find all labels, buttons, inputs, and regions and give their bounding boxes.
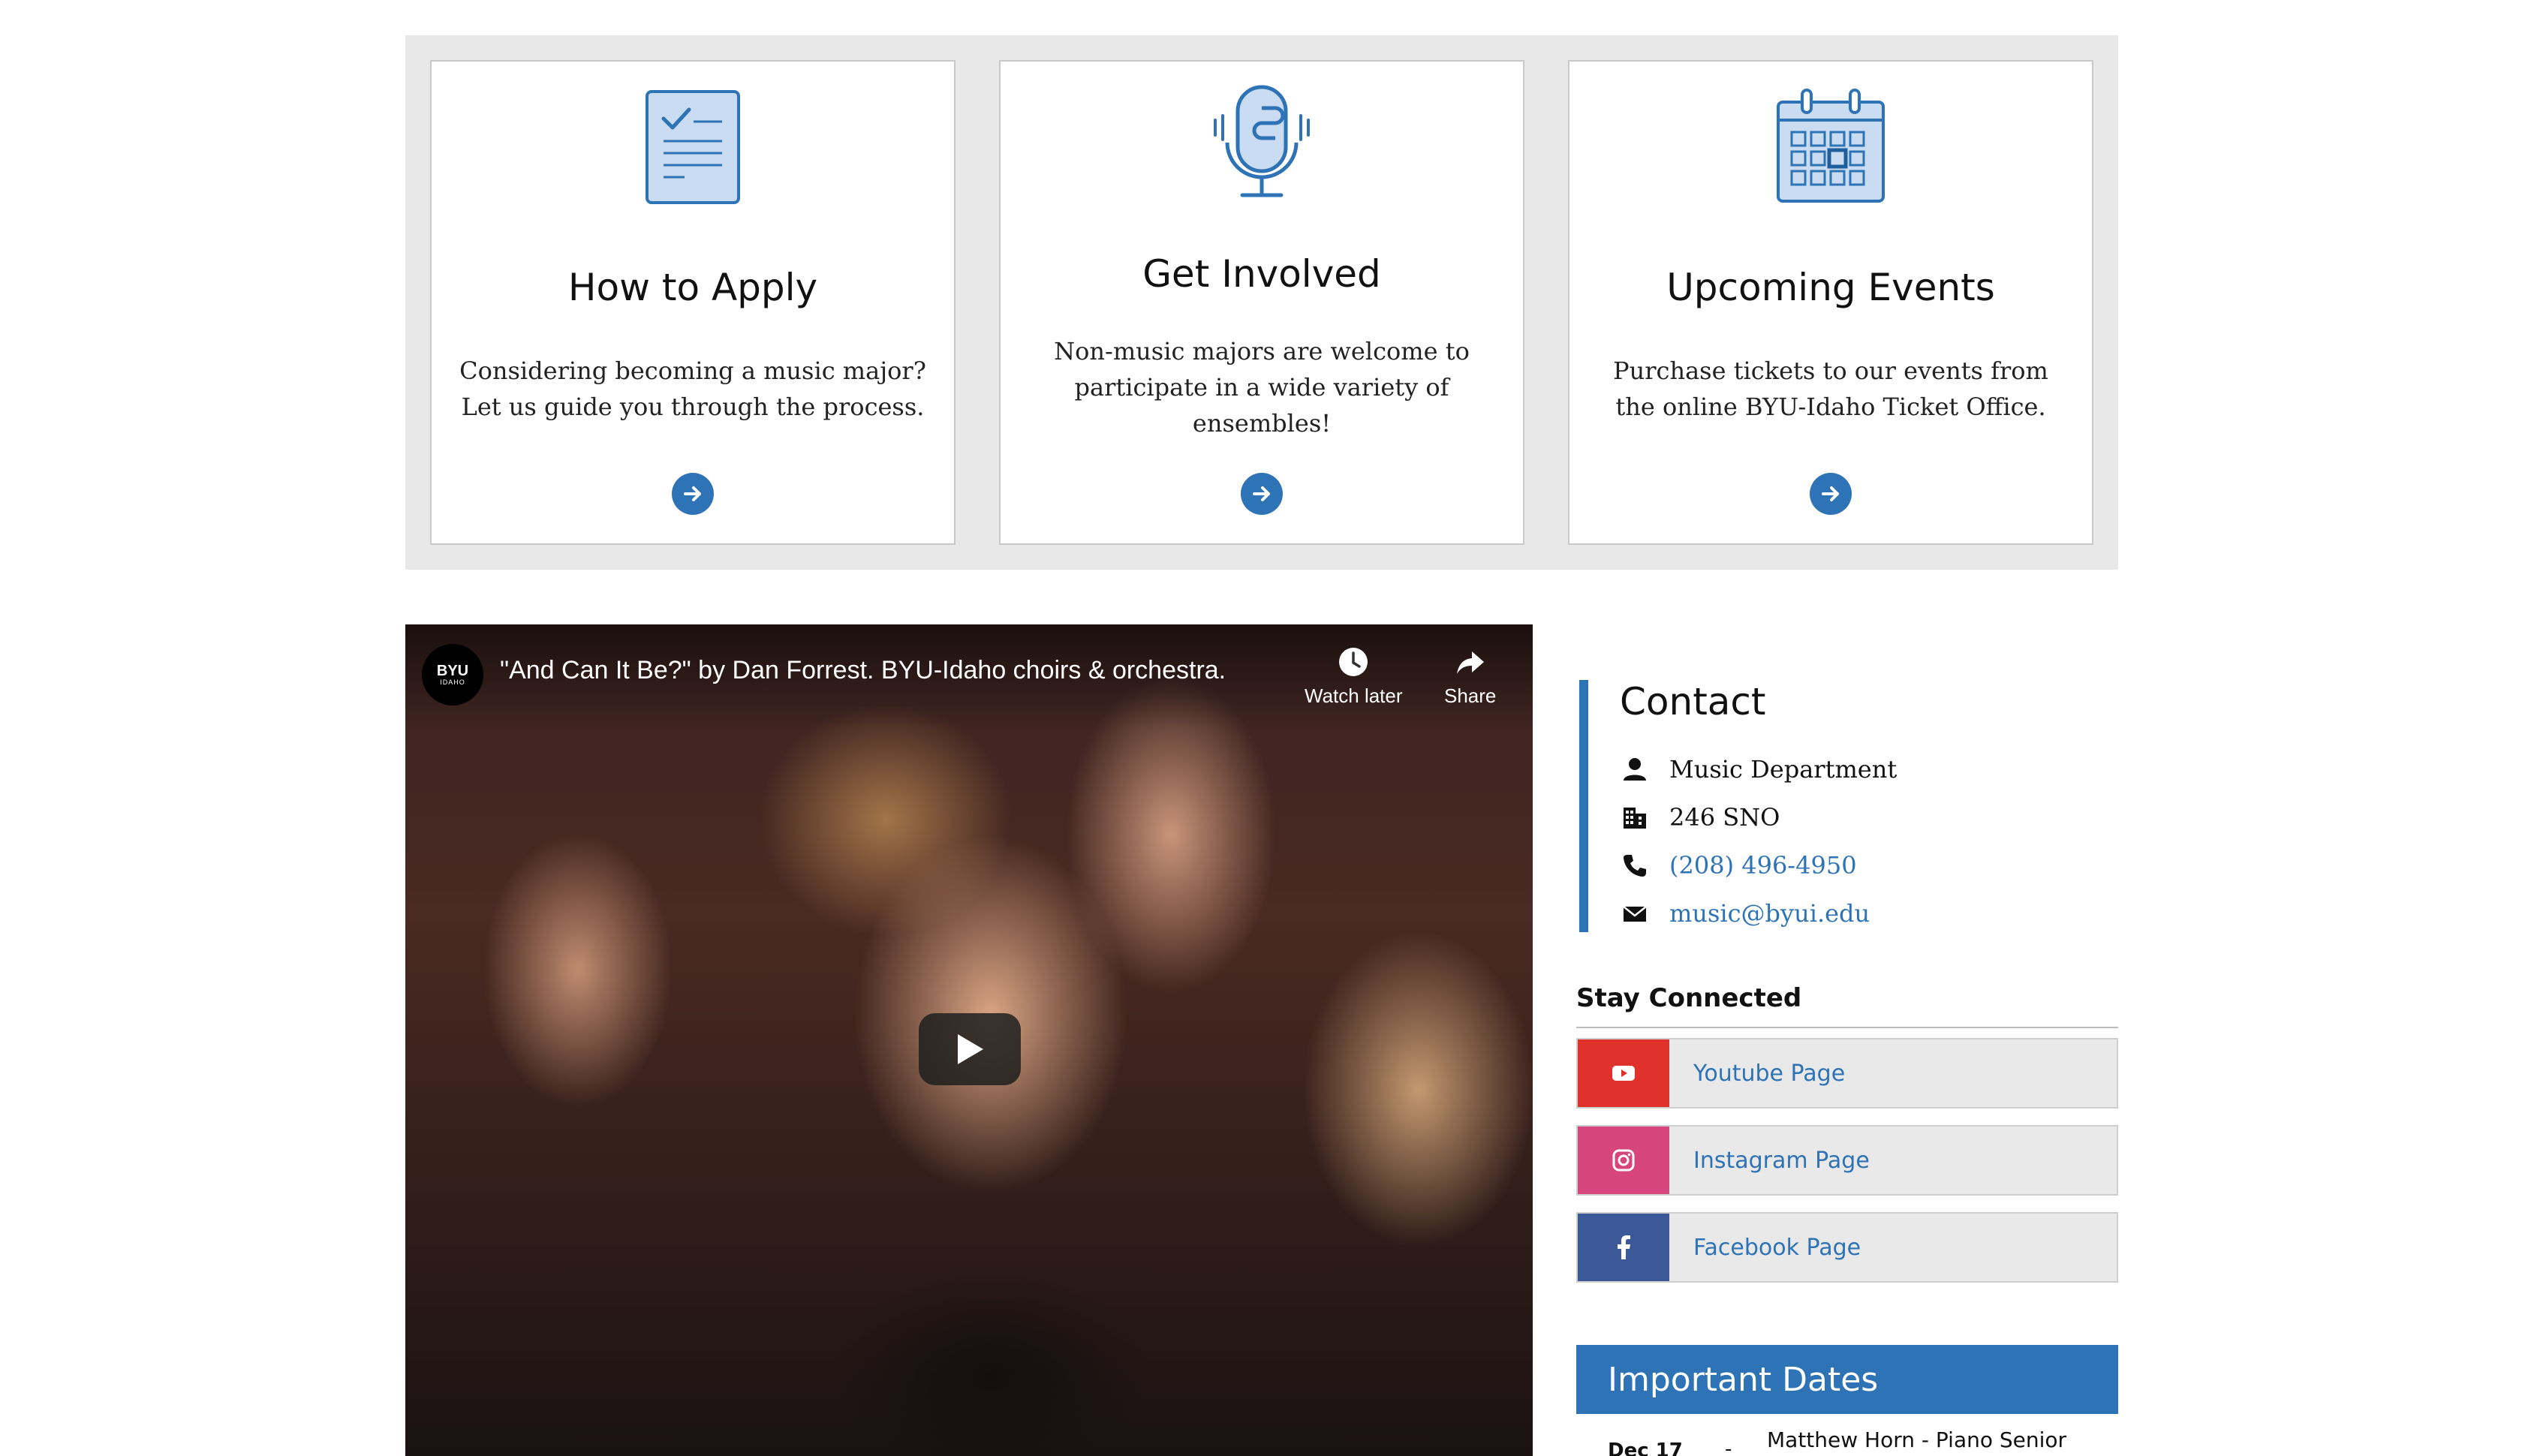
event-title[interactable]: Matthew Horn - Piano Senior <box>1767 1427 2066 1452</box>
email-link[interactable]: music@byui.edu <box>1669 899 1870 928</box>
contact-email: music@byui.edu <box>1620 895 1870 932</box>
card-upcoming-events[interactable]: Upcoming Events Purchase tickets to our … <box>1568 60 2093 545</box>
watch-later-label: Watch later <box>1305 684 1403 707</box>
card-arrow-button[interactable] <box>1810 473 1852 515</box>
arrow-right-icon <box>1253 486 1270 501</box>
instagram-page-link[interactable]: Instagram Page <box>1576 1125 2118 1196</box>
instagram-icon <box>1578 1127 1669 1194</box>
contact-department: Music Department <box>1620 751 1897 788</box>
watch-later-button[interactable]: Watch later <box>1305 645 1403 708</box>
instagram-page-label: Instagram Page <box>1693 1147 1870 1174</box>
card-description: Considering becoming a music major? Let … <box>459 356 926 421</box>
arrow-right-icon <box>684 486 701 501</box>
contact-phone: (208) 496-4950 <box>1620 847 1857 884</box>
card-how-to-apply[interactable]: How to Apply Considering becoming a musi… <box>430 60 956 545</box>
video-title[interactable]: "And Can It Be?" by Dan Forrest. BYU-Ida… <box>500 656 1226 685</box>
card-arrow-button[interactable] <box>1241 473 1283 515</box>
card-description: Non-music majors are welcome to particip… <box>1054 337 1470 438</box>
clock-icon <box>1339 648 1368 676</box>
event-date: Dec 17 <box>1608 1439 1683 1456</box>
person-icon <box>1620 754 1650 784</box>
event-separator: - <box>1725 1438 1732 1456</box>
checklist-icon <box>646 90 740 204</box>
contact-office: 246 SNO <box>1620 799 1780 836</box>
card-title: How to Apply <box>567 266 818 309</box>
microphone-icon <box>1214 85 1310 197</box>
department-text: Music Department <box>1669 755 1898 784</box>
divider <box>1576 1027 2118 1028</box>
facebook-page-label: Facebook Page <box>1693 1234 1861 1261</box>
feature-cards-section: How to Apply Considering becoming a musi… <box>405 35 2118 570</box>
channel-logo[interactable]: BYU IDAHO <box>422 644 483 705</box>
phone-link[interactable]: (208) 496-4950 <box>1669 851 1857 880</box>
card-get-involved[interactable]: Get Involved Non-music majors are welcom… <box>999 60 1524 545</box>
important-dates-heading: Important Dates <box>1576 1345 2118 1414</box>
contact-section: Contact Music Department 246 SNO (208) 4… <box>1579 680 2105 932</box>
youtube-page-label: Youtube Page <box>1693 1060 1846 1087</box>
phone-icon <box>1620 850 1650 880</box>
facebook-page-link[interactable]: Facebook Page <box>1576 1212 2118 1283</box>
channel-logo-text: BYU <box>436 663 469 679</box>
card-title: Upcoming Events <box>1666 266 1995 309</box>
share-icon <box>1456 651 1484 674</box>
envelope-icon <box>1620 898 1650 928</box>
building-icon <box>1620 802 1650 832</box>
facebook-icon <box>1578 1214 1669 1281</box>
channel-logo-subtext: IDAHO <box>440 678 465 686</box>
stay-connected-heading: Stay Connected <box>1576 983 1802 1013</box>
office-text: 246 SNO <box>1669 803 1780 832</box>
play-icon <box>958 1034 983 1064</box>
card-arrow-button[interactable] <box>672 473 714 515</box>
youtube-video-player[interactable]: BYU IDAHO "And Can It Be?" by Dan Forres… <box>405 624 1533 1456</box>
card-description: Purchase tickets to our events from the … <box>1613 356 2048 421</box>
share-label: Share <box>1444 684 1497 707</box>
contact-heading: Contact <box>1620 680 1766 723</box>
calendar-icon <box>1777 89 1885 203</box>
card-title: Get Involved <box>1142 252 1381 296</box>
arrow-right-icon <box>1822 486 1839 501</box>
youtube-page-link[interactable]: Youtube Page <box>1576 1038 2118 1109</box>
youtube-icon <box>1578 1039 1669 1107</box>
play-button[interactable] <box>919 1013 1021 1085</box>
share-button[interactable]: Share <box>1444 645 1496 708</box>
